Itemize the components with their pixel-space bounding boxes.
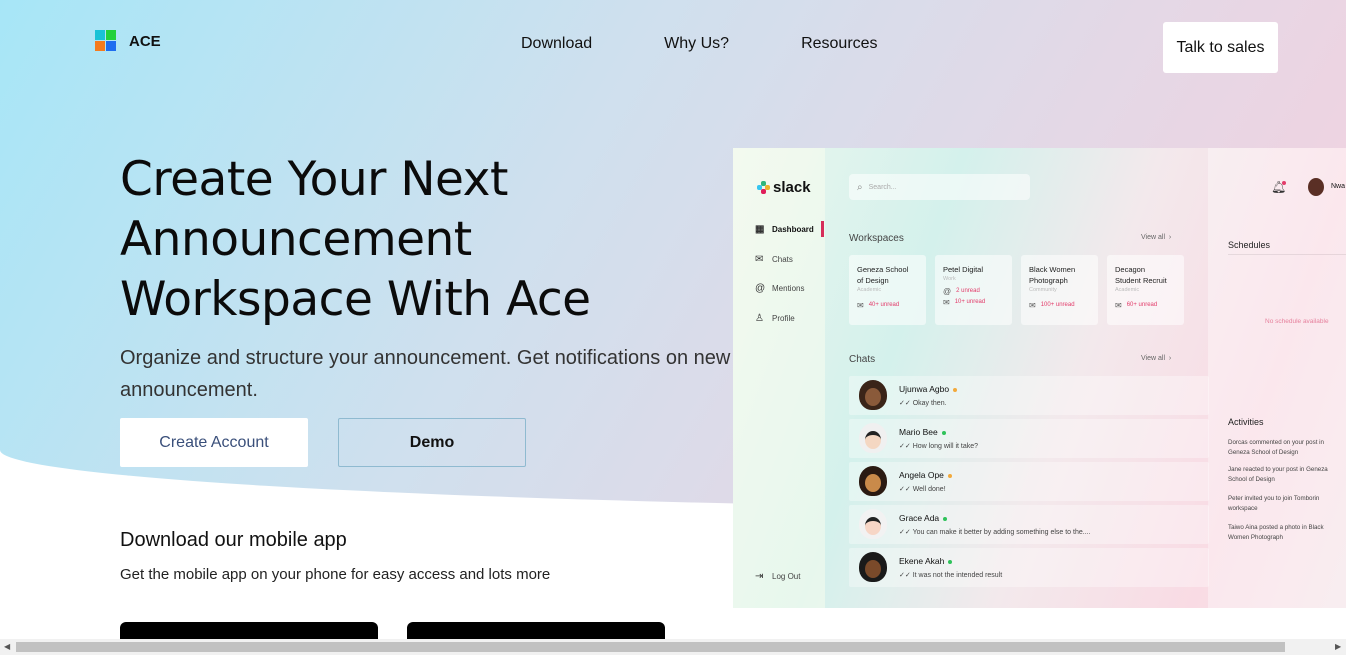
activities-heading: Activities	[1228, 417, 1264, 427]
mail-icon: ✉	[755, 254, 764, 265]
main-nav: Download Why Us? Resources	[521, 35, 878, 53]
ace-logo-icon	[95, 30, 117, 52]
workspaces-view-all: View all ›	[1141, 234, 1172, 241]
mock-search: ⌕ Search...	[849, 174, 1030, 200]
workspace-card: Black Women Photograph Community ✉ 100+ u…	[1021, 255, 1098, 325]
download-title: Download our mobile app	[120, 529, 347, 551]
horizontal-scrollbar[interactable]: ◀ ▶	[0, 639, 1346, 655]
logout-icon: ⇥	[755, 571, 764, 582]
status-dot	[948, 559, 953, 564]
create-account-button[interactable]: Create Account	[120, 418, 308, 467]
chat-row: Angela Ope ✓✓ Well done!	[849, 462, 1209, 501]
mock-right-panel: 🔔︎ Nwa Schedules No schedule available A…	[1208, 148, 1346, 608]
avatar	[859, 509, 887, 539]
brand-logo[interactable]: ACE	[95, 30, 161, 52]
hero-title: Create Your Next Announcement Workspace …	[120, 150, 720, 330]
talk-to-sales-button[interactable]: Talk to sales	[1163, 22, 1278, 73]
chat-row: Mario Bee ✓✓ How long will it take?	[849, 419, 1209, 458]
avatar	[859, 423, 887, 453]
scroll-left-icon[interactable]: ◀	[4, 642, 10, 651]
mock-sidebar-mentions: @ Mentions	[755, 283, 805, 294]
dashboard-icon: ▦	[755, 224, 765, 235]
brand-name: ACE	[129, 32, 161, 50]
schedules-heading: Schedules	[1228, 240, 1271, 250]
hero-subtitle: Organize and structure your announcement…	[120, 347, 731, 401]
hero-title-line: Announcement	[120, 212, 472, 267]
status-dot	[953, 387, 958, 392]
user-icon: ♙	[755, 313, 764, 324]
status-dot	[943, 516, 948, 521]
workspace-card: Decagon Student Recruit Academic ✉ 60+ un…	[1107, 255, 1184, 325]
status-dot	[947, 473, 952, 478]
activity-item: Jane reacted to your post in Geneza Scho…	[1228, 466, 1328, 483]
nav-download[interactable]: Download	[521, 35, 592, 53]
scroll-right-icon[interactable]: ▶	[1335, 642, 1341, 651]
slack-wordmark: slack	[773, 179, 811, 196]
slack-icon	[757, 181, 770, 194]
active-indicator	[821, 221, 824, 237]
divider	[1228, 254, 1346, 255]
nav-why-us[interactable]: Why Us?	[664, 35, 729, 53]
activity-item: Peter invited you to join Tomborin works…	[1228, 495, 1320, 512]
mock-sidebar-chats: ✉ Chats	[755, 254, 793, 265]
workspace-card: Geneza School of Design Academic ✉ 40+ un…	[849, 255, 926, 325]
chats-view-all: View all ›	[1141, 355, 1172, 362]
chat-row: Grace Ada ✓✓ You can make it better by a…	[849, 505, 1209, 544]
mock-sidebar-dashboard: ▦ Dashboard	[755, 224, 814, 235]
workspaces-heading: Workspaces	[849, 233, 904, 244]
avatar	[859, 466, 887, 496]
user-avatar	[1308, 178, 1324, 196]
demo-button[interactable]: Demo	[338, 418, 526, 467]
activity-item: Dorcas commented on your post in Geneza …	[1228, 439, 1324, 456]
workspace-card: Petel Digital Work @2 unread ✉ 10+ unread	[935, 255, 1012, 325]
chats-heading: Chats	[849, 354, 876, 365]
app-preview-mockup: slack ▦ Dashboard ✉ Chats @ Mentions ♙ Profi…	[733, 148, 1346, 608]
user-name: Nwa	[1331, 183, 1346, 190]
hero-title-line: Workspace With Ace	[120, 272, 591, 327]
notification-dot	[1282, 181, 1286, 185]
mock-logout: ⇥ Log Out	[755, 571, 801, 582]
status-dot	[941, 430, 946, 435]
avatar	[859, 380, 887, 410]
at-icon: @	[755, 283, 766, 294]
no-schedule-text: No schedule available	[1265, 318, 1329, 325]
avatar	[859, 552, 887, 582]
chat-row: Ujunwa Agbo ✓✓ Okay then.	[849, 376, 1209, 415]
chat-row: Ekene Akah ✓✓ It was not the intended re…	[849, 548, 1209, 587]
hero-title-line: Create Your Next	[120, 152, 508, 207]
scrollbar-thumb[interactable]	[16, 642, 1285, 652]
nav-resources[interactable]: Resources	[801, 35, 877, 53]
mock-sidebar	[733, 148, 825, 608]
search-icon: ⌕	[857, 181, 863, 193]
activity-item: Taiwo Aina posted a photo in Black Women…	[1228, 524, 1324, 541]
mock-sidebar-profile: ♙ Profile	[755, 313, 795, 324]
download-subtitle: Get the mobile app on your phone for eas…	[120, 566, 551, 583]
slack-logo: slack	[757, 179, 811, 196]
